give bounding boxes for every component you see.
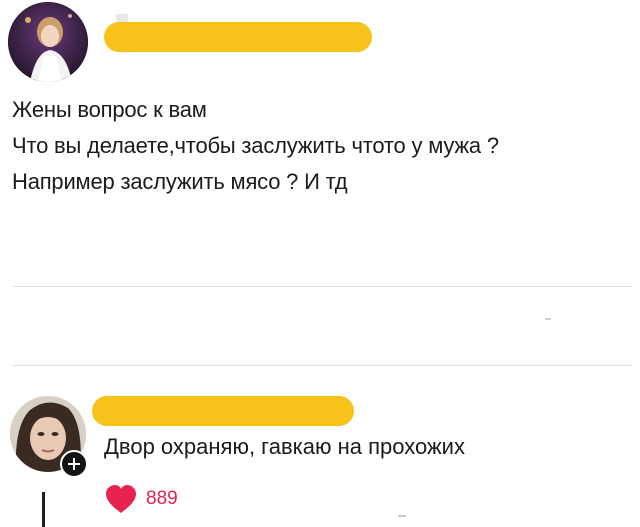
post-body: Жены вопрос к вам Что вы делаете,чтобы з… (12, 92, 632, 200)
thread-line (42, 492, 45, 527)
comment-text: Двор охраняю, гавкаю на прохожих (104, 434, 465, 459)
decorative-mark (398, 515, 406, 517)
like-button[interactable]: 889 (104, 484, 178, 514)
heart-icon (106, 485, 136, 513)
plus-icon (68, 458, 80, 470)
add-friend-button[interactable] (60, 450, 88, 478)
like-count: 889 (146, 488, 178, 509)
post-text-line: Что вы делаете,чтобы заслужить чтото у м… (12, 133, 499, 158)
post-author-avatar[interactable] (8, 2, 88, 82)
post-author-name-redacted (104, 22, 372, 52)
divider (12, 286, 632, 287)
post-avatar-image (8, 2, 88, 82)
decorative-mark (545, 318, 551, 320)
post-text-line: Например заслужить мясо ? И тд (12, 169, 348, 194)
divider (12, 365, 632, 366)
comment-author-name-redacted (92, 396, 354, 426)
post-text-line: Жены вопрос к вам (12, 97, 207, 122)
